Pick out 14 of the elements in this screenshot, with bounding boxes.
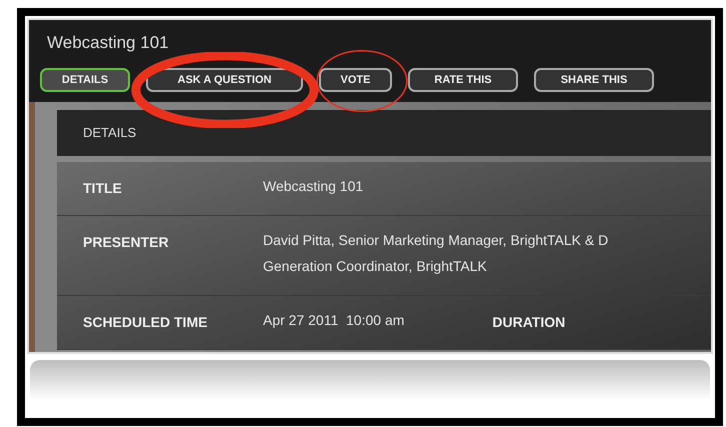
tab[interactable]: RATE THIS [408, 68, 518, 92]
tab[interactable]: SHARE THIS [534, 68, 654, 92]
field-value: Webcasting 101 [263, 177, 364, 196]
tab[interactable]: VOTE [319, 68, 392, 92]
tab[interactable]: ASK A QUESTION [146, 68, 303, 92]
field-label: DURATION [492, 313, 566, 332]
page-title: Webcasting 101 [47, 33, 169, 52]
field-label: SCHEDULED TIME [83, 313, 208, 332]
field-label: PRESENTER [83, 233, 170, 252]
tab[interactable]: DETAILS [40, 68, 130, 92]
field-value: Apr 27 2011 10:00 am [263, 311, 404, 330]
field-value: David Pitta, Senior Marketing Manager, BrightTALK & D Generation Coordinator, BrightTALK [263, 231, 608, 276]
field-label: TITLE [83, 179, 123, 198]
section-title: DETAILS [83, 124, 136, 142]
